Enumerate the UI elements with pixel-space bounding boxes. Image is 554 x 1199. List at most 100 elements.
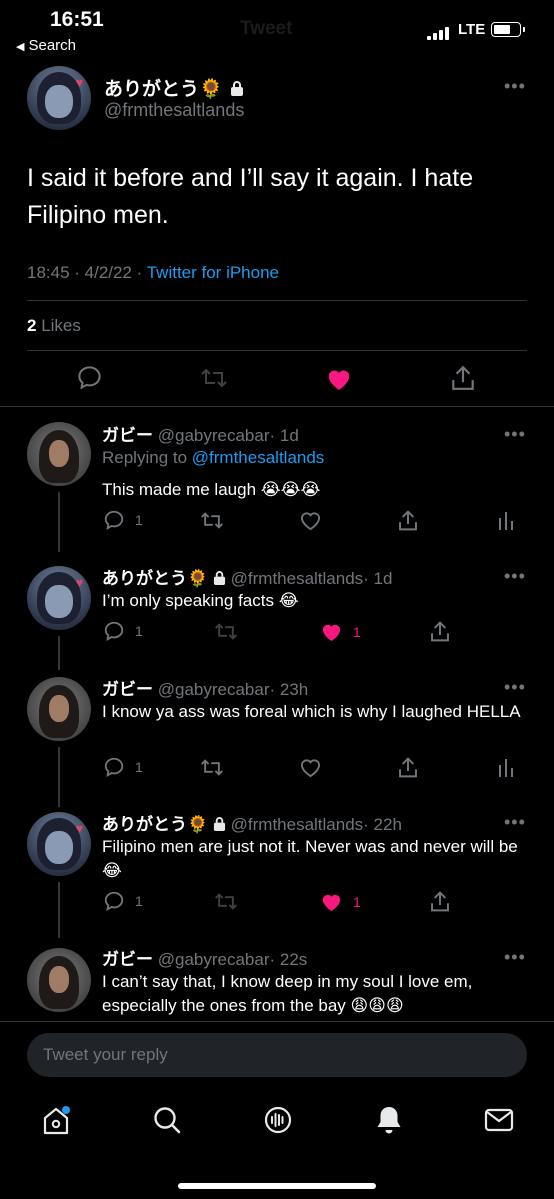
thread-line [58, 747, 60, 807]
main-tweet-author[interactable]: ありがとう🌻 [104, 74, 244, 101]
reply-count: 1 [135, 759, 143, 775]
divider [0, 1021, 554, 1022]
more-icon[interactable]: ••• [504, 424, 526, 445]
more-icon[interactable]: ••• [504, 812, 526, 833]
reply-action[interactable]: 1 [103, 890, 143, 912]
handle: @gabyrecabar [157, 426, 270, 445]
replying-to-label: Replying to [102, 448, 192, 467]
share-icon[interactable] [429, 890, 451, 913]
messages-icon[interactable] [484, 1107, 514, 1133]
retweet-icon[interactable] [200, 757, 224, 778]
lock-icon [213, 571, 225, 585]
main-tweet-text: I said it before and I’ll say it again. … [27, 164, 474, 229]
home-icon[interactable] [41, 1104, 71, 1136]
display-name: ガビー [102, 680, 153, 699]
notifications-icon[interactable] [374, 1104, 404, 1136]
display-name: ガビー [102, 426, 153, 445]
retweet-icon[interactable] [214, 891, 238, 912]
reply-action[interactable]: 1 [103, 756, 143, 778]
display-name: ありがとう🌻 [104, 79, 223, 100]
reply-header[interactable]: ありがとう🌻 @frmthesaltlands· 22h [102, 810, 402, 835]
reply-text: Filipino men are just not it. Never was … [102, 837, 518, 880]
reply-icon [104, 891, 124, 912]
display-name: ガビー [102, 950, 153, 969]
reply-header[interactable]: ガビー @gabyrecabar· 1d [102, 421, 299, 446]
back-to-search[interactable]: ◀ Search [16, 37, 76, 54]
likes-stat[interactable]: 2 Likes [27, 316, 81, 336]
thread-line [58, 492, 60, 552]
divider [27, 350, 527, 351]
reply-icon [104, 757, 124, 778]
replying-to-handle[interactable]: @frmthesaltlands [192, 448, 325, 467]
like-count: 1 [353, 893, 361, 910]
like-icon[interactable] [325, 366, 353, 391]
retweet-icon[interactable] [200, 366, 228, 390]
like-action[interactable]: 1 [320, 891, 361, 912]
handle: @gabyrecabar [157, 680, 270, 699]
status-time: 16:51 [50, 8, 104, 31]
share-icon[interactable] [429, 620, 451, 643]
tweet-source[interactable]: Twitter for iPhone [147, 263, 279, 282]
like-action[interactable]: 1 [320, 621, 361, 642]
reply-text: I’m only speaking facts 😂 [102, 591, 299, 610]
display-name: ありがとう🌻 [102, 569, 209, 588]
handle: @frmthesaltlands [230, 569, 364, 588]
reply-header[interactable]: ガビー @gabyrecabar· 23h [102, 675, 308, 700]
more-icon[interactable]: ••• [504, 947, 526, 968]
reply-time: · 1d [269, 426, 299, 445]
avatar[interactable]: ♥ [27, 66, 91, 130]
reply-icon[interactable] [76, 364, 103, 391]
tweet-meta: 18:45 · 4/2/22 · Twitter for iPhone [27, 263, 279, 283]
avatar[interactable] [27, 948, 91, 1012]
main-tweet-handle[interactable]: @frmthesaltlands [104, 100, 244, 121]
analytics-icon[interactable] [498, 510, 514, 530]
avatar[interactable] [27, 422, 91, 486]
more-icon[interactable]: ••• [504, 76, 526, 97]
reply-count: 1 [135, 512, 143, 528]
back-label: Search [28, 37, 76, 54]
reply-time: · 22h [363, 815, 402, 834]
share-icon[interactable] [450, 364, 476, 392]
tweet-timestamp: 18:45 · 4/2/22 · [27, 263, 147, 282]
reply-count: 1 [135, 623, 143, 639]
thread-line [58, 636, 60, 670]
thread-line [58, 882, 60, 938]
reply-time: · 1d [363, 569, 393, 588]
like-icon[interactable] [299, 510, 322, 531]
share-icon[interactable] [397, 509, 419, 532]
more-icon[interactable]: ••• [504, 566, 526, 587]
home-indicator [178, 1183, 376, 1189]
reply-text: I can’t say that, I know deep in my soul… [102, 972, 473, 1015]
replying-to: Replying to @frmthesaltlands [102, 448, 324, 468]
likes-label: Likes [36, 316, 81, 335]
lock-icon [213, 817, 225, 831]
reply-header[interactable]: ありがとう🌻 @frmthesaltlands· 1d [102, 564, 392, 589]
reply-action[interactable]: 1 [103, 620, 143, 642]
reply-text: This made me laugh 😭😭😭 [102, 480, 321, 499]
reply-header[interactable]: ガビー @gabyrecabar· 22s [102, 945, 307, 970]
avatar[interactable]: ♥ [27, 566, 91, 630]
reply-placeholder: Tweet your reply [43, 1045, 168, 1064]
reply-time: · 23h [269, 680, 309, 699]
like-count: 1 [353, 623, 361, 640]
more-icon[interactable]: ••• [504, 677, 526, 698]
reply-icon [104, 621, 124, 642]
share-icon[interactable] [397, 756, 419, 779]
lock-icon [230, 81, 243, 96]
avatar[interactable]: ♥ [27, 812, 91, 876]
search-icon[interactable] [152, 1105, 182, 1135]
reply-action[interactable]: 1 [103, 509, 143, 531]
analytics-icon[interactable] [498, 757, 514, 777]
spaces-icon[interactable] [262, 1104, 294, 1136]
handle: @gabyrecabar [157, 950, 270, 969]
avatar[interactable] [27, 677, 91, 741]
reply-icon [104, 510, 124, 531]
like-icon[interactable] [299, 757, 322, 778]
retweet-icon[interactable] [200, 510, 224, 531]
retweet-icon[interactable] [214, 621, 238, 642]
display-name: ありがとう🌻 [102, 815, 209, 834]
reply-time: · 22s [269, 950, 308, 969]
divider [27, 300, 527, 301]
divider [0, 406, 554, 407]
nav-title: Tweet [240, 18, 293, 39]
